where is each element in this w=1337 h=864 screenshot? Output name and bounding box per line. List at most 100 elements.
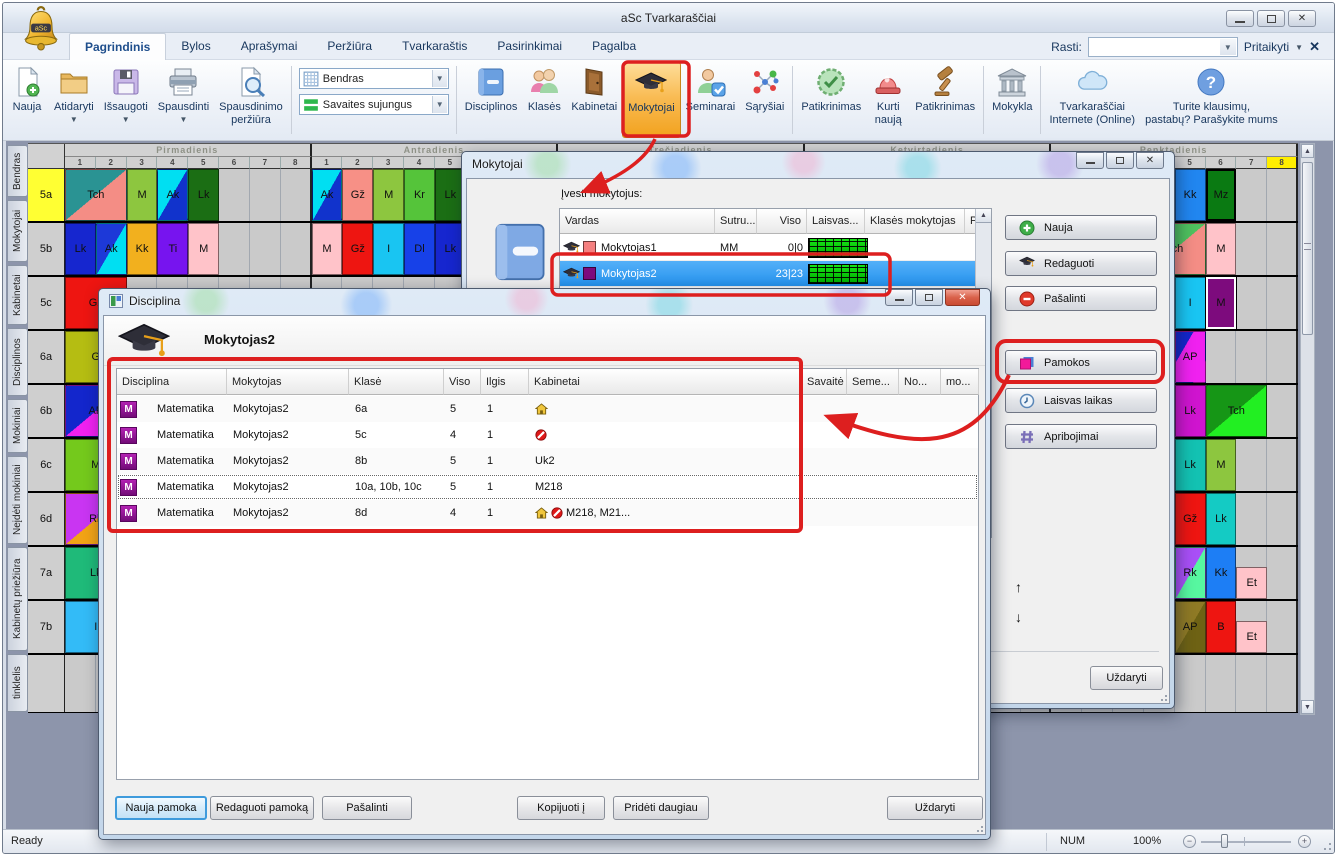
lesson-cell[interactable]: Kk [1175,169,1206,221]
kopijuoti-į-button[interactable]: Kopijuoti į [517,796,605,820]
teachers-col-header[interactable]: Viso [757,209,807,234]
teachers-col-header[interactable]: Klasės mokytojas [865,209,965,234]
lessons-col-header[interactable]: Seme... [847,369,899,395]
chevron-down-icon[interactable]: ▼ [432,96,447,113]
lessons-col-header[interactable]: Savaitė [802,369,847,395]
empty-slot[interactable] [1267,223,1298,275]
lesson-cell[interactable]: AP [1175,601,1206,653]
lesson-row[interactable]: MMatematikaMokytojas25c41 [117,422,978,448]
empty-slot[interactable] [1267,655,1298,712]
chevron-down-icon[interactable]: ▼ [180,115,188,124]
tab-pagalba[interactable]: Pagalba [577,33,651,60]
sidebar-tab-disciplinos[interactable]: Disciplinos [7,328,28,396]
lesson-cell[interactable]: Lk [1206,493,1237,545]
nauja-pamoka-button[interactable]: Nauja pamoka [115,796,207,820]
zoom-slider-track[interactable] [1201,841,1291,843]
ribbon-kabinetai-button[interactable]: Kabinetai [566,62,622,138]
vertical-scrollbar[interactable]: ▲ ▼ [1300,143,1315,715]
ribbon-patikrinimas-button[interactable]: Patikrinimas [796,62,866,138]
lesson-cell[interactable]: I [1175,277,1206,329]
lessons-col-header[interactable]: Viso [444,369,481,395]
lesson-cell[interactable]: Gž [342,223,373,275]
zoom-slider-thumb[interactable] [1221,834,1228,848]
ribbon-disciplinos-button[interactable]: Disciplinos [460,62,523,138]
lesson-cell[interactable]: M [1206,223,1237,275]
lesson-cell[interactable]: Lk [1175,439,1206,491]
empty-slot[interactable] [250,169,281,221]
ribbon-spausdinti-button[interactable]: Spausdinti▼ [153,62,214,138]
scroll-down-icon[interactable]: ▼ [1301,700,1314,714]
lesson-cell[interactable]: Et [1236,621,1267,653]
ribbon-mokytojai-button[interactable]: Mokytojai [622,62,680,138]
chevron-down-icon[interactable]: ▼ [432,70,447,87]
pamokos-button[interactable]: Pamokos [1005,350,1157,375]
sidebar-tab-mokytojai[interactable]: Mokytojai [7,200,28,262]
laisvas-laikas-button[interactable]: Laisvas laikas [1005,388,1157,413]
empty-slot[interactable] [1236,655,1267,712]
lesson-cell[interactable]: M [373,169,404,221]
sidebar-tab-bendras[interactable]: Bendras [7,145,28,197]
apply-dropdown-icon[interactable]: ▼ [1295,43,1303,52]
redaguoti-pamoką-button[interactable]: Redaguoti pamoką [210,796,314,820]
dialog-close-button[interactable]: ✕ [945,289,980,306]
ribbon-seminarai-button[interactable]: Seminarai [681,62,741,138]
lesson-cell[interactable]: M [127,169,158,221]
ribbon-atidaryti-button[interactable]: Atidaryti▼ [49,62,99,138]
empty-slot[interactable] [1267,385,1298,437]
empty-slot[interactable] [1267,547,1298,599]
lessons-table[interactable]: DisciplinaMokytojasKlasėVisoIlgisKabinet… [116,368,979,780]
empty-slot[interactable] [250,223,281,275]
lesson-cell[interactable]: Rk [1175,547,1206,599]
nauja-button[interactable]: Nauja [1005,215,1157,240]
teachers-col-header[interactable]: Sutru... [715,209,757,234]
empty-slot[interactable] [1236,439,1267,491]
find-close-icon[interactable]: ✕ [1309,39,1320,55]
lesson-cell[interactable]: M [1206,277,1237,329]
lesson-row[interactable]: MMatematikaMokytojas210a, 10b, 10c51M218 [117,474,978,500]
tab-pasirinkimai[interactable]: Pasirinkimai [482,33,577,60]
ribbon-nauja-button[interactable]: Nauja [5,62,49,138]
lesson-cell[interactable]: Kk [1206,547,1237,599]
ribbon-sarysiai-button[interactable]: Sąryšiai [740,62,789,138]
find-dropdown-icon[interactable]: ▼ [1220,39,1236,55]
sidebar-tab-kabinet-prie-i-ra[interactable]: Kabinetų priežiūra [7,547,28,651]
lesson-cell[interactable]: Lk [1175,385,1206,437]
sidebar-tab-mokiniai[interactable]: Mokiniai [7,399,28,453]
tab-peržiūra[interactable]: Peržiūra [312,33,387,60]
ribbon-issaugoti-button[interactable]: Išsaugoti▼ [99,62,153,138]
lessons-col-header[interactable]: Disciplina [117,369,227,395]
lesson-cell[interactable]: Ti [157,223,188,275]
uždaryti-button[interactable]: Uždaryti [887,796,983,820]
scroll-up-icon[interactable]: ▲ [976,209,991,223]
app-logo-bell-icon[interactable]: aSc [19,6,63,48]
ribbon-mokykla-button[interactable]: Mokykla [987,62,1037,138]
apribojimai-button[interactable]: Apribojimai [1005,424,1157,449]
dialog-minimize-button[interactable] [1076,152,1104,169]
empty-slot[interactable] [1267,169,1298,221]
redaguoti-button[interactable]: Redaguoti [1005,251,1157,276]
lesson-cell[interactable]: M [188,223,219,275]
lesson-cell[interactable]: AP [1175,331,1206,383]
empty-slot[interactable] [1206,331,1237,383]
empty-slot[interactable] [65,655,96,712]
dialog-minimize-button[interactable] [885,289,913,306]
dialog-maximize-button[interactable] [1106,152,1134,169]
lessons-col-header[interactable]: No... [899,369,941,395]
lesson-cell[interactable]: Lk [65,223,96,275]
lessons-col-header[interactable]: mo... [941,369,979,395]
empty-slot[interactable] [1236,223,1267,275]
scroll-up-icon[interactable]: ▲ [1301,144,1314,158]
lesson-cell[interactable]: Tch [65,169,127,221]
teachers-col-header[interactable]: Vardas [560,209,715,234]
empty-slot[interactable] [281,223,312,275]
teachers-col-header[interactable]: Laisvas... [807,209,865,234]
zoom-in-button[interactable]: + [1298,835,1311,848]
empty-slot[interactable] [1267,331,1298,383]
lesson-row[interactable]: MMatematikaMokytojas26a51 [117,396,978,422]
lesson-cell[interactable]: Kk [127,223,158,275]
empty-slot[interactable] [219,169,250,221]
lessons-col-header[interactable]: Klasė [349,369,444,395]
empty-slot[interactable] [281,169,312,221]
sidebar-tab-kabinetai[interactable]: Kabinetai [7,265,28,325]
lesson-cell[interactable]: Dl [404,223,435,275]
